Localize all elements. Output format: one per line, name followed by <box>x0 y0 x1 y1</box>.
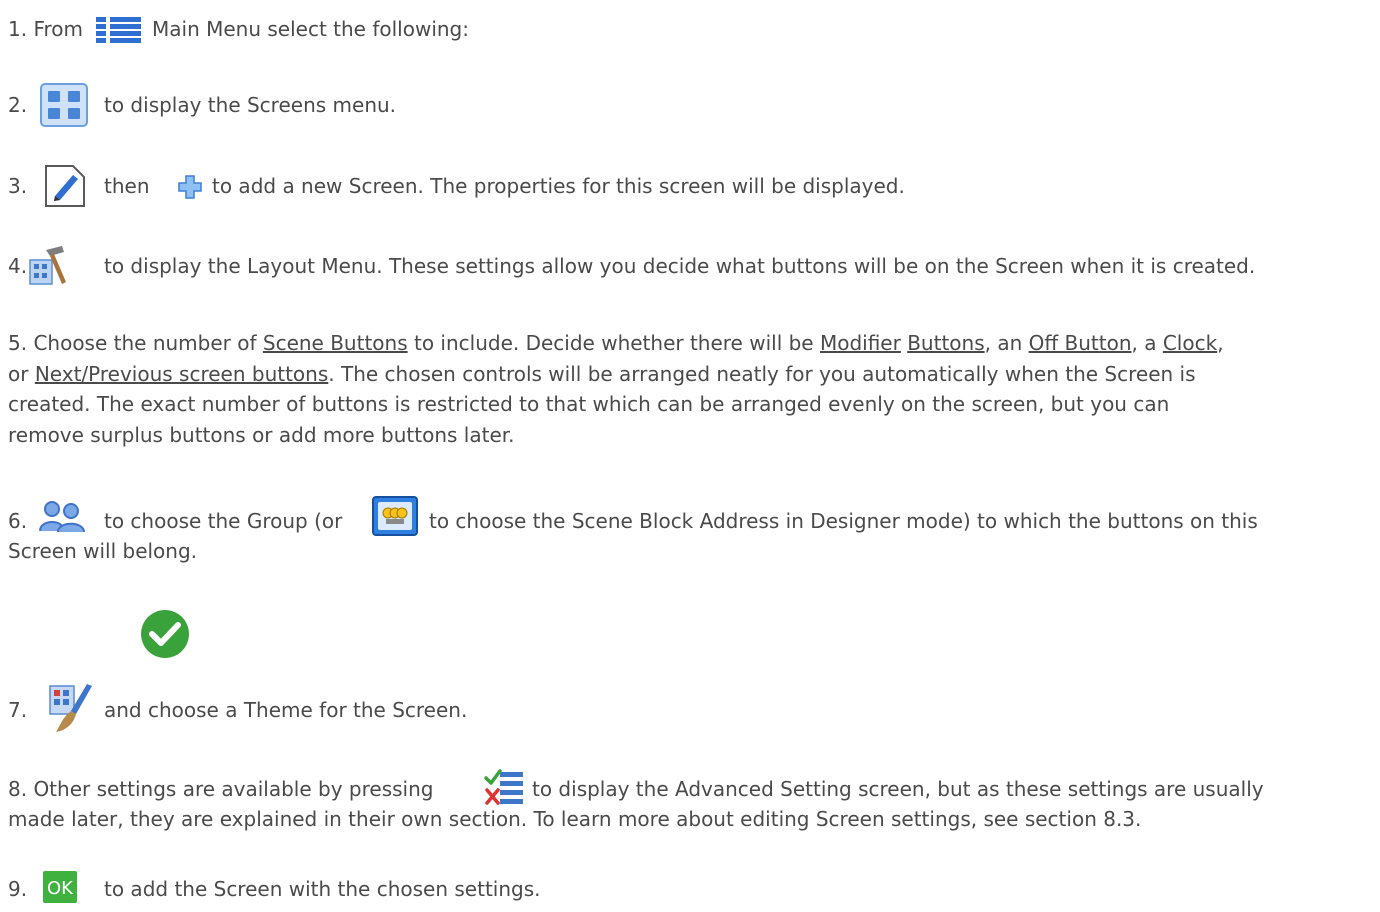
step-7-number: 7. <box>8 698 28 722</box>
screens-icon[interactable] <box>40 83 88 127</box>
step-5-paragraph: 5. Choose the number of Scene Buttons to… <box>8 328 1368 450</box>
step-9-text: to add the Screen with the chosen settin… <box>104 877 541 901</box>
layout-hammer-icon[interactable] <box>28 246 94 286</box>
step-2-text: to display the Screens menu. <box>104 93 397 117</box>
step-3-then: then <box>104 174 150 198</box>
step-3-text: to add a new Screen. The properties for … <box>212 174 905 198</box>
modifier-link[interactable]: Modifier <box>820 331 901 355</box>
step-6-text-a: to choose the Group (or <box>104 509 343 533</box>
theme-brush-icon[interactable] <box>46 684 96 734</box>
step-6-text-b: to choose the Scene Block Address in Des… <box>429 509 1258 533</box>
scene-block-icon[interactable] <box>372 496 418 536</box>
edit-icon[interactable] <box>43 163 87 209</box>
step-8-text-c: made later, they are explained in their … <box>8 807 1142 831</box>
add-icon[interactable] <box>178 175 202 199</box>
step-6-number: 6. <box>8 509 28 533</box>
step-9-number: 9. <box>8 877 28 901</box>
main-menu-icon[interactable] <box>96 16 141 44</box>
step-1: 1. From <box>8 16 83 42</box>
step-5-line-3: created. The exact number of buttons is … <box>8 392 1170 416</box>
step-1-from: From <box>33 17 84 41</box>
check-icon <box>138 609 192 659</box>
step-7-text: and choose a Theme for the Screen. <box>104 698 468 722</box>
next-previous-link[interactable]: Next/Previous screen buttons <box>35 362 328 386</box>
step-4-text: to display the Layout Menu. These settin… <box>104 254 1256 278</box>
scene-buttons-link[interactable]: Scene Buttons <box>263 331 408 355</box>
step-6-text-c: Screen will belong. <box>8 539 198 563</box>
ok-icon[interactable]: OK <box>42 870 78 904</box>
ok-label: OK <box>47 878 74 899</box>
step-4-number: 4. <box>8 254 28 278</box>
step-5-line-1: 5. Choose the number of Scene Buttons to… <box>8 331 1224 355</box>
step-1-number: 1. <box>8 17 28 41</box>
clock-link[interactable]: Clock <box>1163 331 1217 355</box>
advanced-settings-icon[interactable] <box>484 768 524 806</box>
buttons-link[interactable]: Buttons <box>907 331 984 355</box>
step-8-text-a: 8. Other settings are available by press… <box>8 777 434 801</box>
step-2-number: 2. <box>8 93 28 117</box>
step-3-number: 3. <box>8 174 28 198</box>
off-button-link[interactable]: Off Button <box>1029 331 1132 355</box>
step-5-line-4: remove surplus buttons or add more butto… <box>8 422 515 447</box>
step-1-text: Main Menu select the following: <box>152 17 469 41</box>
step-5-line-2: or Next/Previous screen buttons. The cho… <box>8 361 1196 386</box>
group-icon[interactable] <box>38 501 86 533</box>
step-8-text-b: to display the Advanced Setting screen, … <box>532 777 1264 801</box>
